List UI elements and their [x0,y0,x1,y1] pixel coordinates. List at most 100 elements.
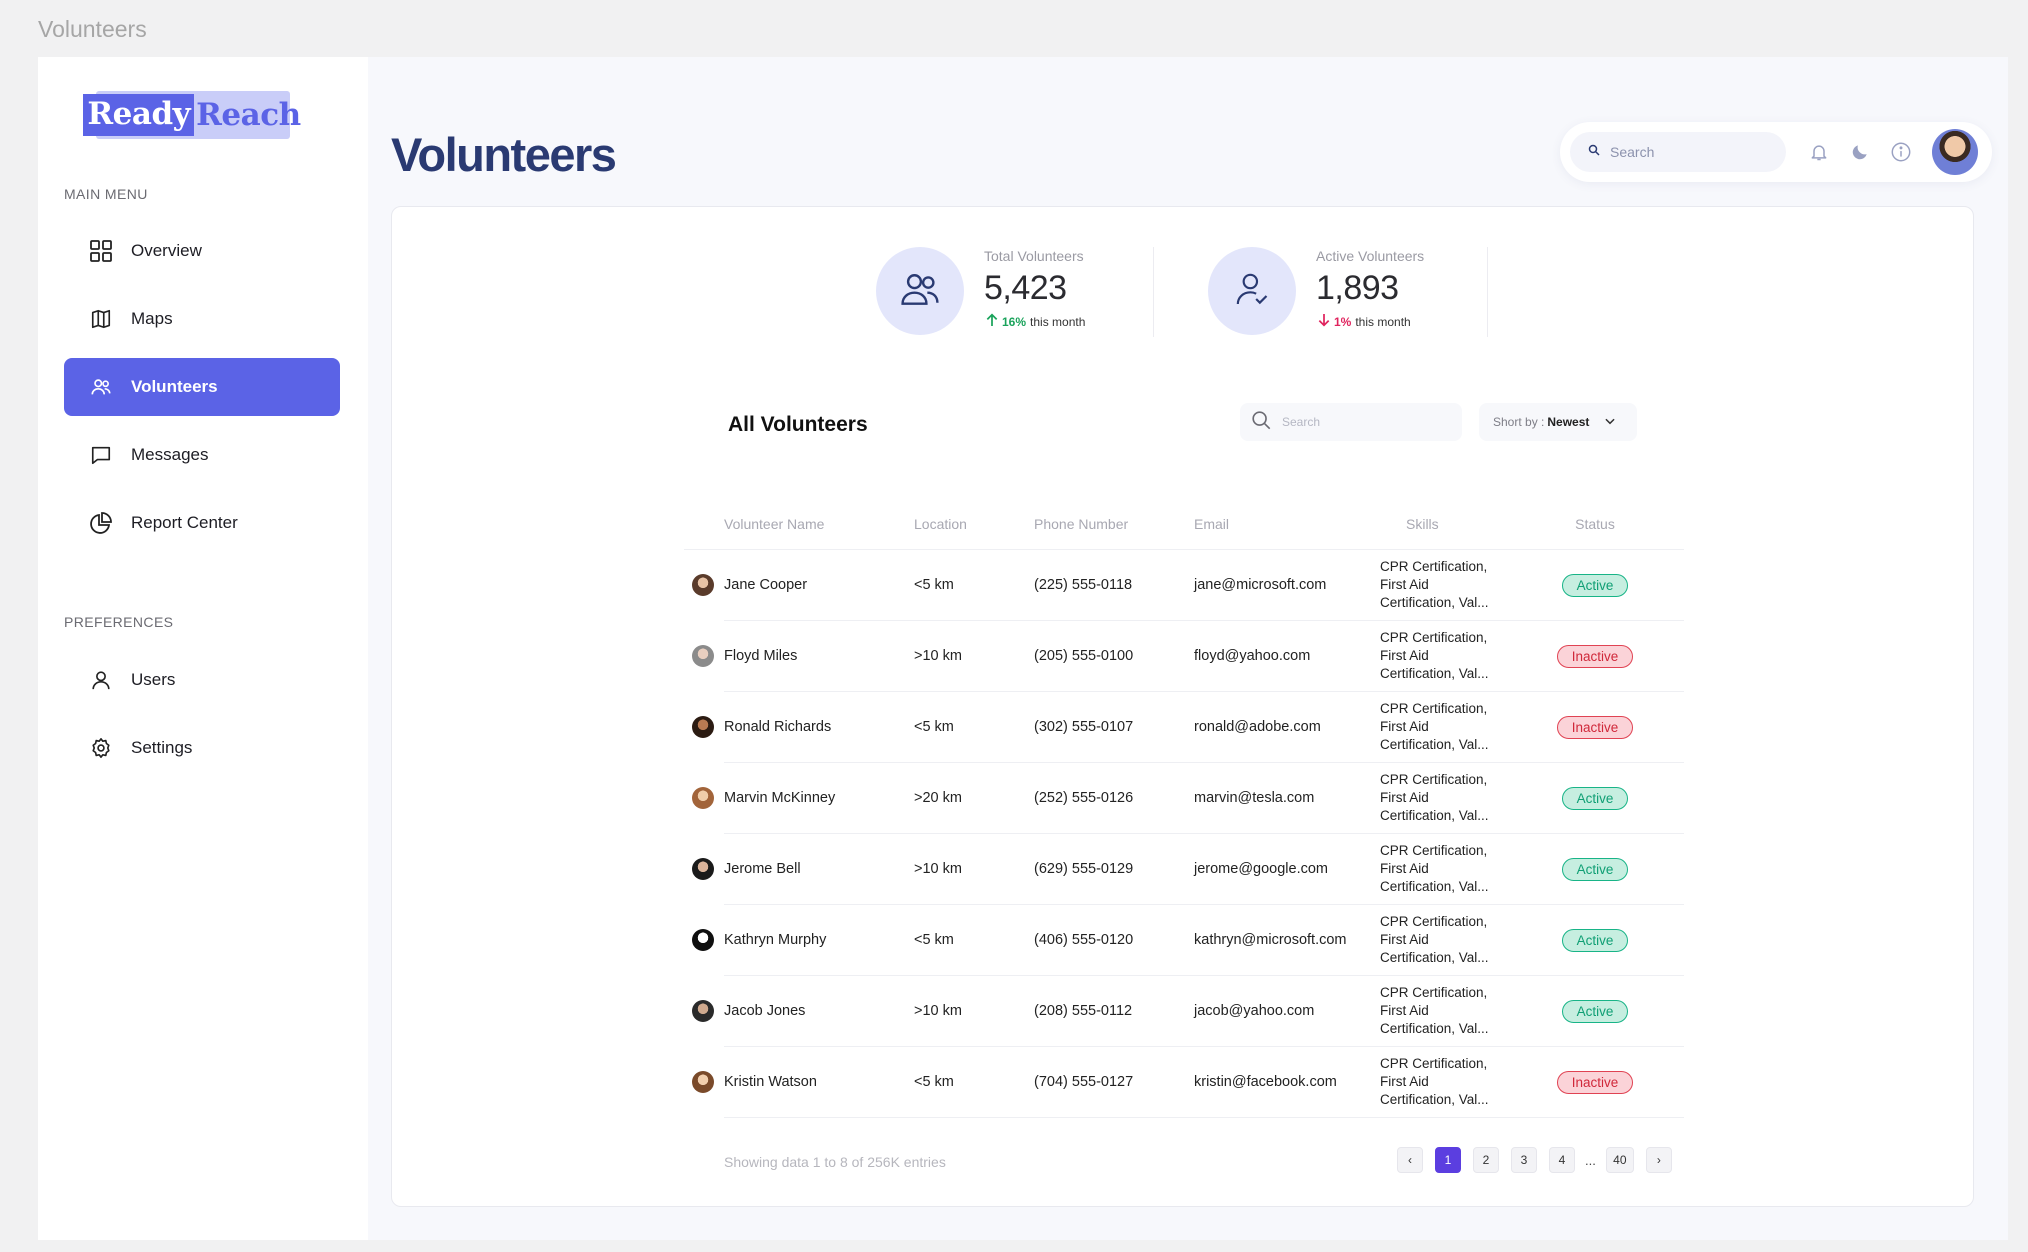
skills-line: CPR Certification, [1380,985,1488,1000]
user-icon [88,667,114,693]
volunteer-name-cell: Kathryn Murphy [684,929,900,951]
table-row[interactable]: Jacob Jones >10 km (208) 555-0112 jacob@… [692,976,1684,1047]
location-cell: <5 km [914,719,954,735]
stat-change-suffix: this month [1355,314,1411,329]
volunteer-name-cell: Floyd Miles [684,645,900,667]
status-cell: Active [1540,857,1650,881]
volunteer-name: Kristin Watson [724,1074,817,1090]
skills-line: First Aid [1380,861,1429,876]
table-row[interactable]: Floyd Miles >10 km (205) 555-0100 floyd@… [692,621,1684,692]
moon-icon[interactable] [1848,140,1872,164]
stat-label: Total Volunteers [984,248,1084,264]
status-cell: Active [1540,786,1650,810]
email-cell[interactable]: kathryn@microsoft.com [1194,932,1380,948]
users-icon [898,267,942,316]
sort-dropdown[interactable]: Short by : Newest [1479,403,1637,441]
sidebar-item-volunteers[interactable]: Volunteers [64,358,340,416]
email-cell[interactable]: floyd@yahoo.com [1194,648,1380,664]
status-badge: Active [1561,786,1629,810]
user-avatar[interactable] [1932,129,1978,175]
skills-cell: CPR Certification, First Aid Certificati… [1380,913,1540,967]
sidebar-item-label: Overview [131,241,202,260]
table-row[interactable]: Jane Cooper <5 km (225) 555-0118 jane@mi… [692,550,1684,621]
sidebar-item-messages[interactable]: Messages [64,426,340,484]
volunteer-name-cell: Ronald Richards [684,716,900,738]
search-icon [1588,143,1600,161]
phone-cell: (252) 555-0126 [1034,790,1134,806]
email-cell[interactable]: marvin@tesla.com [1194,790,1380,806]
list-title: All Volunteers [728,413,868,436]
status-cell: Active [1540,573,1650,597]
next-page-button[interactable]: › [1645,1147,1672,1173]
stat-trend: 16% this month [984,312,1085,331]
stat-trend: 1% this month [1316,312,1424,331]
status-cell: Active [1540,999,1650,1023]
column-header[interactable]: Location [900,516,1034,532]
stat-value: 1,893 [1316,269,1399,307]
avatar [692,645,714,667]
phone-cell: (704) 555-0127 [1034,1074,1134,1090]
skills-line: First Aid [1380,790,1429,805]
sidebar-item-overview[interactable]: Overview [64,222,340,280]
page-button-2[interactable]: 2 [1473,1147,1499,1173]
sidebar-item-settings[interactable]: Settings [64,719,340,777]
column-header[interactable]: Email [1194,516,1380,532]
avatar [692,1071,714,1093]
column-header[interactable]: Status [1540,516,1650,532]
volunteer-name-cell: Marvin McKinney [684,787,900,809]
email-cell[interactable]: jerome@google.com [1194,861,1380,877]
status-cell: Active [1540,928,1650,952]
page-button-3[interactable]: 3 [1511,1147,1537,1173]
sidebar-item-label: Report Center [131,513,238,532]
skills-line: Certification, Val... [1380,737,1489,752]
skills-cell: CPR Certification, First Aid Certificati… [1380,700,1540,754]
skills-line: Certification, Val... [1380,950,1489,965]
table-row[interactable]: Ronald Richards <5 km (302) 555-0107 ron… [692,692,1684,763]
location-cell: <5 km [914,1074,954,1090]
column-header[interactable]: Skills [1380,515,1540,533]
stat-divider [1153,247,1154,337]
brand-logo[interactable]: Ready Reach [83,91,301,139]
email-cell[interactable]: kristin@facebook.com [1194,1074,1380,1090]
sidebar-item-users[interactable]: Users [64,651,340,709]
prev-page-button[interactable]: ‹ [1397,1147,1423,1173]
skills-line: First Aid [1380,1003,1429,1018]
status-badge: Inactive [1556,1070,1634,1094]
table-row[interactable]: Kathryn Murphy <5 km (406) 555-0120 kath… [692,905,1684,976]
page-button-last[interactable]: 40 [1605,1147,1634,1173]
skills-line: First Aid [1380,577,1429,592]
table-row[interactable]: Marvin McKinney >20 km (252) 555-0126 ma… [692,763,1684,834]
pagination: ‹ 1 2 3 4 ... 40 › [1397,1147,1684,1173]
volunteer-name-cell: Jerome Bell [684,858,900,880]
sidebar-item-maps[interactable]: Maps [64,290,340,348]
page-button-4[interactable]: 4 [1549,1147,1575,1173]
table-row[interactable]: Kristin Watson <5 km (704) 555-0127 kris… [692,1047,1684,1118]
window-title: Volunteers [38,16,147,42]
phone-cell: (225) 555-0118 [1034,577,1133,593]
list-search-input[interactable] [1282,415,1452,429]
skills-line: CPR Certification, [1380,1056,1488,1071]
column-header[interactable]: Volunteer Name [684,516,900,532]
preferences-label: PREFERENCES [64,614,174,630]
stat-total-volunteers: Total Volunteers 5,423 16% this month [876,247,1085,335]
arrow-up-icon [984,312,1000,331]
avatar [692,858,714,880]
bell-icon[interactable] [1807,140,1831,164]
page-button-1[interactable]: 1 [1435,1147,1461,1173]
column-header[interactable]: Phone Number [1034,516,1194,532]
status-cell: Inactive [1540,1070,1650,1094]
skills-line: First Aid [1380,932,1429,947]
sidebar-item-report-center[interactable]: Report Center [64,494,340,552]
top-search-input[interactable] [1610,144,1770,160]
status-badge: Inactive [1556,644,1634,668]
volunteers-card: Total Volunteers 5,423 16% this month Ac… [391,206,1974,1207]
email-cell[interactable]: jane@microsoft.com [1194,577,1380,593]
email-cell[interactable]: ronald@adobe.com [1194,719,1380,735]
location-cell: <5 km [914,577,954,593]
pagination-ellipsis: ... [1585,1152,1596,1168]
stat-circle [876,247,964,335]
location-cell: >10 km [914,861,962,877]
table-row[interactable]: Jerome Bell >10 km (629) 555-0129 jerome… [692,834,1684,905]
info-icon[interactable] [1889,140,1913,164]
email-cell[interactable]: jacob@yahoo.com [1194,1003,1380,1019]
